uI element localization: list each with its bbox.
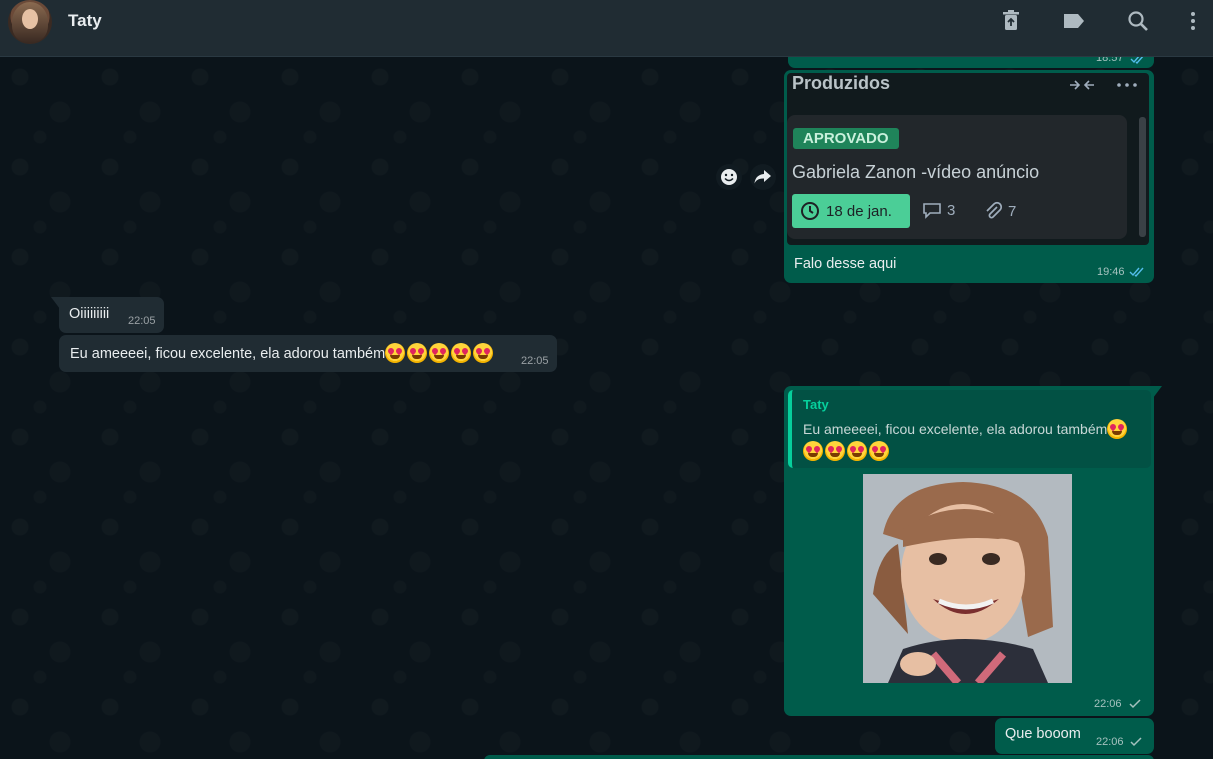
heart-eyes-emoji — [825, 441, 845, 461]
search-icon[interactable] — [1126, 9, 1150, 33]
message-bubble-outgoing-reply[interactable]: Taty Eu ameeeei, ficou excelente, ela ad… — [784, 386, 1154, 716]
comment-count: 3 — [922, 201, 955, 219]
message-bubble-outgoing[interactable]: Que booom 22:06 — [995, 718, 1154, 754]
attachment-count: 7 — [983, 201, 1016, 221]
label-icon[interactable] — [1062, 9, 1086, 33]
collapse-icon — [1070, 80, 1094, 90]
heart-eyes-emoji — [429, 343, 450, 363]
heart-eyes-emoji — [451, 343, 472, 363]
message-bubble-incoming[interactable]: Oiiiiiiiii 22:05 — [59, 297, 164, 333]
bubble-tail — [1153, 386, 1162, 398]
paperclip-icon — [986, 201, 1003, 219]
forward-icon — [754, 170, 771, 184]
chat-header: Taty — [0, 0, 1213, 57]
comment-icon — [923, 203, 941, 219]
sent-tick-icon — [1129, 699, 1141, 709]
status-badge: APROVADO — [793, 128, 899, 149]
heart-eyes-emoji — [1107, 419, 1128, 439]
heart-eyes-emoji — [385, 343, 406, 363]
heart-eyes-emoji — [869, 441, 889, 461]
due-date-chip: 18 de jan. — [792, 194, 910, 228]
menu-icon[interactable] — [1181, 9, 1205, 33]
heart-eyes-emoji — [803, 441, 823, 461]
photo-sticker[interactable] — [863, 474, 1072, 683]
read-receipt-icon — [1129, 267, 1144, 277]
emoji-reaction-button[interactable] — [716, 164, 742, 190]
quoted-message[interactable]: Taty Eu ameeeei, ficou excelente, ela ad… — [788, 390, 1151, 468]
more-icon — [1117, 83, 1137, 87]
card-scrollbar — [1139, 117, 1146, 237]
heart-eyes-emoji — [473, 343, 494, 363]
heart-eyes-emoji — [407, 343, 428, 363]
message-bubble-incoming[interactable]: Eu ameeeei, ficou excelente, ela adorou … — [59, 335, 557, 372]
card-name: Gabriela Zanon -vídeo anúncio — [792, 162, 1040, 182]
contact-avatar[interactable] — [8, 0, 52, 44]
forward-button[interactable] — [750, 164, 776, 190]
card-screenshot: Produzidos APROVADO Gabriela Zanon -víde… — [787, 73, 1149, 245]
message-bubble-outgoing-partial[interactable] — [484, 755, 1154, 759]
message-bubble-outgoing-card[interactable]: Produzidos APROVADO Gabriela Zanon -víde… — [784, 70, 1154, 283]
card-panel: APROVADO Gabriela Zanon -vídeo anúncio 1… — [787, 115, 1127, 239]
contact-name[interactable]: Taty — [68, 11, 102, 31]
heart-eyes-emoji — [847, 441, 867, 461]
bubble-tail — [51, 297, 60, 309]
clock-icon — [801, 202, 819, 220]
emoji-icon — [721, 169, 737, 185]
delete-icon[interactable] — [999, 9, 1023, 33]
sent-tick-icon — [1130, 737, 1142, 747]
